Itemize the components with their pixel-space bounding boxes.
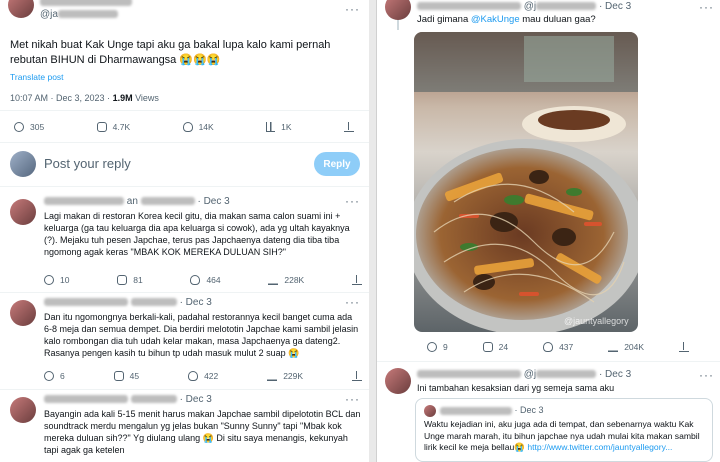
main-tweet-actions: 305 4.7K 14K 1K [14,122,354,132]
author-avatar[interactable] [8,0,34,18]
reply-button-composer[interactable]: Reply [314,152,360,176]
reply-actions: 9 24 437 204K [427,342,689,352]
reply-icon [44,275,54,285]
more-options-icon[interactable]: ··· [699,0,714,14]
reply-icon [427,342,437,352]
quote-link[interactable]: http://www.twitter.com/jauntyallegory... [527,442,672,452]
share-icon [351,275,362,285]
repost-button[interactable]: 45 [113,371,139,381]
reply-header: · Dec 3 [44,297,212,308]
reply-text: Dan itu ngomongnya berkali-kali, padahal… [44,312,359,358]
reply-icon [14,122,24,132]
repost-icon [117,275,128,285]
author-name-blurred[interactable] [40,0,132,6]
more-options-icon[interactable]: ··· [345,392,360,406]
reply-button[interactable]: 9 [427,342,448,352]
share-button[interactable] [343,122,354,132]
quoted-tweet[interactable]: · Dec 3 Waktu kejadian ini, aku juga ada… [415,398,713,462]
view-count: 1.9M [112,93,133,103]
reply-button[interactable]: 10 [44,275,69,285]
analytics-icon [608,342,619,352]
reply-header: an · Dec 3 [44,196,230,207]
repost-button[interactable]: 81 [117,275,143,285]
share-button[interactable] [679,342,689,352]
share-icon [679,342,689,352]
reply-button[interactable]: 305 [14,122,44,132]
photo-watermark: @jauntyallegory [564,316,629,326]
reply-actions: 6 45 422 229K [44,371,362,381]
heart-icon [188,371,199,381]
views-button[interactable]: 228K [268,275,304,285]
reply-text: Ini tambahan kesaksian dari yg semeja sa… [417,383,615,393]
repost-icon [482,342,493,352]
share-button[interactable] [351,275,362,285]
like-button[interactable]: 437 [543,342,573,352]
quote-text: Waktu kejadian ini, aku juga ada di temp… [424,419,700,452]
views-button[interactable]: 229K [267,371,303,381]
reply-avatar[interactable] [10,397,36,423]
tweet-timestamp: 10:07 AM · Dec 3, 2023 · 1.9M Views [10,93,159,103]
repost-icon [113,371,124,381]
repost-icon [96,122,107,132]
translate-post-link[interactable]: Translate post [10,70,64,84]
quote-header: · Dec 3 [440,405,544,415]
author-handle[interactable]: @ja [40,9,58,20]
reply-text: Lagi makan di restoran Korea kecil gitu,… [44,211,350,257]
like-button[interactable]: 14K [182,122,214,132]
more-options-icon[interactable]: ··· [345,2,360,16]
right-thread-panel: @j · Dec 3 ··· Jadi gimana @KakUnge mau … [376,0,720,462]
reply-text: Jadi gimana @KakUnge mau duluan gaa? [417,14,596,25]
reply-avatar[interactable] [10,199,36,225]
bookmark-button[interactable]: 1K [266,122,292,132]
reply-header: · Dec 3 [44,394,212,405]
bookmark-icon [266,122,276,132]
repost-button[interactable]: 24 [482,342,508,352]
mention-link[interactable]: @KakUnge [471,14,520,25]
views-button[interactable]: 204K [608,342,644,352]
left-thread-panel: @ja ··· Met nikah buat Kak Unge tapi aku… [0,0,369,462]
heart-icon [182,122,193,132]
like-button[interactable]: 464 [190,275,221,285]
more-options-icon[interactable]: ··· [345,194,360,208]
reply-header: @j · Dec 3 [417,369,631,380]
reply-text: Bayangin ada kali 5-15 menit harus makan… [44,409,361,455]
author-header [40,0,132,7]
reply-avatar[interactable] [10,300,36,326]
reply-icon [44,371,54,381]
current-user-avatar [10,151,36,177]
food-photo[interactable]: @jauntyallegory [414,32,638,332]
repost-button[interactable]: 4.7K [96,122,130,132]
main-tweet-text: Met nikah buat Kak Unge tapi aku ga baka… [10,39,331,66]
share-button[interactable] [352,371,362,381]
like-button[interactable]: 422 [188,371,218,381]
share-icon [343,122,354,132]
reply-button[interactable]: 6 [44,371,65,381]
more-options-icon[interactable]: ··· [699,368,714,382]
share-icon [352,371,362,381]
more-options-icon[interactable]: ··· [345,295,360,309]
reply-avatar[interactable] [385,368,411,394]
reply-avatar[interactable] [385,0,411,20]
reply-actions: 10 81 464 228K [44,275,362,285]
analytics-icon [268,275,279,285]
heart-icon [190,275,201,285]
reply-header: @j · Dec 3 [417,1,631,12]
reply-input[interactable]: Post your reply [44,157,131,171]
heart-icon [543,342,554,352]
analytics-icon [267,371,278,381]
quote-avatar [424,405,436,417]
